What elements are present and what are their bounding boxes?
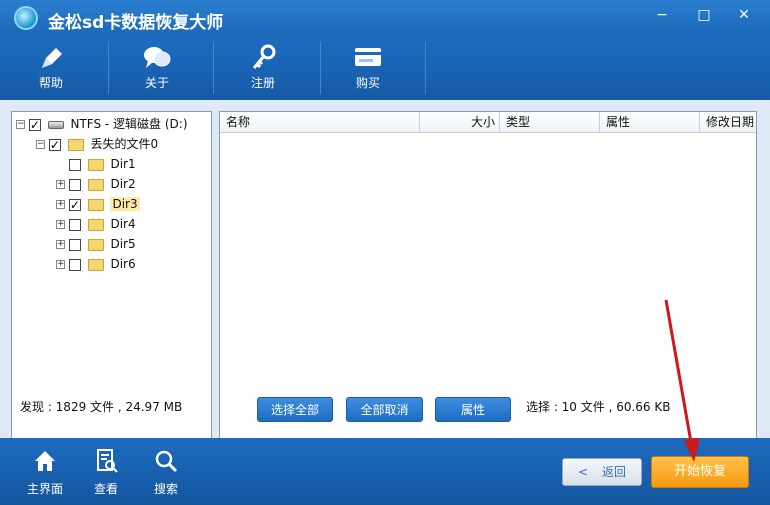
dir5-label: Dir5 [110, 237, 136, 251]
dir6-label: Dir6 [110, 257, 136, 271]
expand-icon[interactable]: + [56, 180, 65, 189]
selected-status: 选择 : 10 文件 , 60.66 KB [526, 400, 671, 414]
home-nav[interactable]: 主界面 [23, 448, 67, 497]
drive-label: NTFS - 逻辑磁盘 (D:) [70, 117, 188, 131]
file-list-header: 名称 大小 类型 属性 修改日期 [220, 112, 756, 133]
title-bar: 金松sd卡数据恢复大师 − □ ✕ [0, 0, 770, 36]
tree-item-drive[interactable]: − NTFS - 逻辑磁盘 (D:) [16, 114, 188, 135]
search-icon [155, 450, 178, 473]
window-title: 金松sd卡数据恢复大师 [48, 13, 224, 33]
folder-icon [87, 218, 104, 231]
key-icon [252, 44, 276, 69]
buy-label: 购买 [355, 76, 380, 90]
column-type[interactable]: 类型 [500, 112, 600, 133]
app-logo-icon [14, 6, 38, 30]
help-label: 帮助 [38, 76, 63, 90]
deselect-all-button[interactable]: 全部取消 [346, 397, 423, 422]
tree-item-dir4[interactable]: + Dir4 [56, 214, 136, 234]
folder-icon [87, 178, 104, 191]
folder-icon [87, 238, 104, 251]
card-icon [355, 48, 381, 66]
tree-connector [56, 160, 65, 169]
view-label: 查看 [93, 482, 118, 496]
dir4-label: Dir4 [110, 217, 136, 231]
lost-files-label: 丢失的文件0 [90, 137, 159, 151]
expand-icon[interactable]: + [56, 200, 65, 209]
expand-icon[interactable]: + [56, 260, 65, 269]
tree-item-dir3[interactable]: + Dir3 [56, 194, 140, 215]
chat-bubbles-icon [144, 47, 171, 68]
start-recovery-button[interactable]: 开始恢复 [651, 456, 749, 488]
register-button[interactable]: 注册 [228, 40, 298, 96]
dir6-checkbox[interactable] [68, 258, 81, 271]
dir4-checkbox[interactable] [68, 218, 81, 231]
back-label: 返回 [601, 465, 626, 479]
dir1-checkbox[interactable] [68, 158, 81, 171]
dir2-label: Dir2 [110, 177, 136, 191]
close-button[interactable]: ✕ [730, 4, 758, 26]
select-all-button[interactable]: 选择全部 [257, 397, 333, 422]
disk-icon [47, 120, 64, 129]
search-nav[interactable]: 搜索 [144, 448, 188, 497]
column-attributes[interactable]: 属性 [600, 112, 700, 133]
help-button[interactable]: 帮助 [16, 40, 86, 96]
column-name[interactable]: 名称 [220, 112, 420, 133]
home-label: 主界面 [26, 482, 63, 496]
tree-item-lost-files[interactable]: − 丢失的文件0 [36, 134, 159, 155]
collapse-icon[interactable]: − [16, 120, 25, 129]
back-arrow-icon: < [578, 465, 589, 479]
document-view-icon [97, 449, 118, 473]
maximize-button[interactable]: □ [690, 4, 718, 26]
minimize-button[interactable]: − [648, 4, 676, 26]
expand-icon[interactable]: + [56, 220, 65, 229]
expand-icon[interactable]: + [56, 240, 65, 249]
found-status: 发现 : 1829 文件 , 24.97 MB [20, 400, 183, 414]
column-modified-date[interactable]: 修改日期 [700, 112, 756, 133]
collapse-icon[interactable]: − [36, 140, 45, 149]
about-button[interactable]: 关于 [122, 40, 192, 96]
file-list[interactable]: 名称 大小 类型 属性 修改日期 < > [219, 111, 757, 480]
pen-icon [42, 48, 62, 68]
buy-button[interactable]: 购买 [333, 40, 403, 96]
toolbar-separator [213, 42, 214, 94]
dir3-label: Dir3 [110, 197, 140, 211]
about-label: 关于 [144, 76, 169, 90]
folder-icon [87, 158, 104, 171]
toolbar-separator [320, 42, 321, 94]
dir3-checkbox[interactable] [68, 195, 81, 215]
back-button[interactable]: < 返回 [562, 458, 642, 486]
column-size[interactable]: 大小 [420, 112, 500, 133]
properties-button[interactable]: 属性 [435, 397, 511, 422]
tree-item-dir5[interactable]: + Dir5 [56, 234, 136, 254]
toolbar-separator [108, 42, 109, 94]
home-icon [35, 451, 55, 471]
folder-icon [87, 258, 104, 271]
tree-item-dir1[interactable]: Dir1 [56, 154, 136, 174]
view-nav[interactable]: 查看 [84, 448, 128, 497]
search-label: 搜索 [153, 482, 178, 496]
lost-files-checkbox[interactable] [48, 135, 61, 155]
dir2-checkbox[interactable] [68, 178, 81, 191]
folder-icon [87, 198, 104, 211]
toolbar: 帮助 关于 注册 购买 [0, 36, 770, 100]
tree-item-dir6[interactable]: + Dir6 [56, 254, 136, 274]
folder-icon [67, 138, 84, 151]
tree-item-dir2[interactable]: + Dir2 [56, 174, 136, 194]
drive-checkbox[interactable] [28, 115, 41, 135]
dir1-label: Dir1 [110, 157, 136, 171]
dir5-checkbox[interactable] [68, 238, 81, 251]
toolbar-separator [425, 42, 426, 94]
folder-tree[interactable]: − NTFS - 逻辑磁盘 (D:) − 丢失的文件0 Dir1 + Dir2 … [11, 111, 212, 480]
register-label: 注册 [250, 76, 275, 90]
